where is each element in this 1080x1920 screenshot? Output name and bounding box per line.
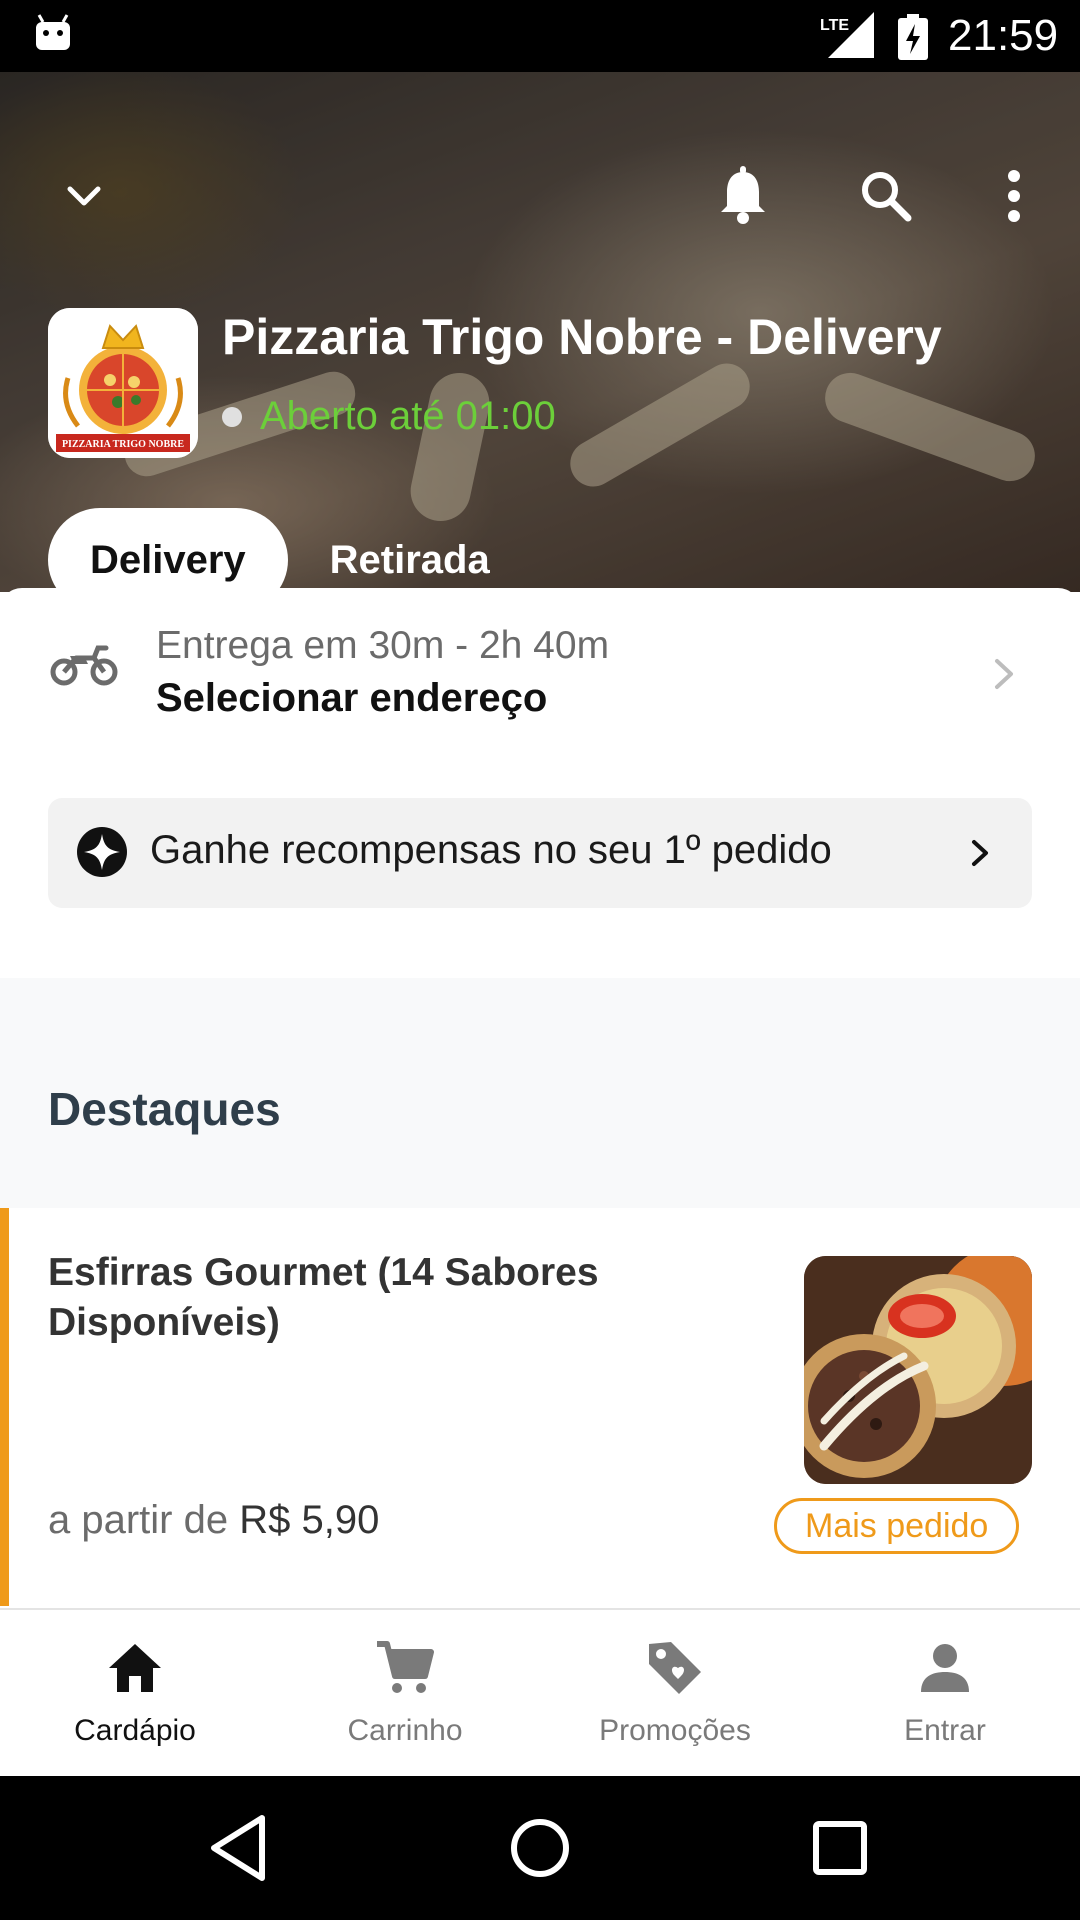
nav-label: Promoções	[599, 1714, 751, 1747]
cart-icon	[377, 1641, 434, 1693]
chevron-right-icon	[995, 659, 1013, 689]
menu-content: Entrega em 30m - 2h 40m Selecionar ender…	[0, 588, 1080, 1608]
price-prefix: a partir de	[48, 1498, 229, 1542]
product-image	[804, 1256, 1032, 1484]
status-bar: LTE 21:59	[0, 0, 1080, 72]
select-address-label: Selecionar endereço	[156, 676, 548, 720]
nav-item-entrar[interactable]: Entrar	[810, 1610, 1080, 1776]
search-icon	[862, 172, 912, 222]
rewards-banner[interactable]: Ganhe recompensas no seu 1º pedido	[48, 798, 1032, 908]
svg-text:LTE: LTE	[820, 17, 849, 34]
delivery-address-row[interactable]: Entrega em 30m - 2h 40m Selecionar ender…	[0, 588, 1080, 758]
open-status: Aberto até 01:00	[222, 394, 556, 439]
motorcycle-icon	[50, 645, 118, 686]
delivery-eta: Entrega em 30m - 2h 40m	[156, 624, 610, 667]
open-hours-text: Aberto até 01:00	[260, 394, 556, 438]
back-icon[interactable]	[202, 1810, 278, 1886]
nav-item-carrinho[interactable]: Carrinho	[270, 1610, 540, 1776]
home-icon	[109, 1644, 161, 1692]
tag-icon	[649, 1642, 701, 1694]
notifications-button[interactable]	[703, 156, 783, 236]
tab-delivery[interactable]: Delivery	[48, 508, 288, 592]
search-button[interactable]	[846, 156, 926, 236]
store-logo-image: PIZZARIA TRIGO NOBRE	[48, 308, 198, 458]
nav-item-cardapio[interactable]: Cardápio	[0, 1610, 270, 1776]
nav-label: Entrar	[904, 1714, 986, 1747]
more-vert-icon	[1008, 170, 1020, 222]
chevron-right-icon	[972, 840, 988, 866]
chevron-down-icon	[67, 186, 101, 206]
nav-item-promocoes[interactable]: Promoções	[540, 1610, 810, 1776]
tab-retirada[interactable]: Retirada	[288, 508, 532, 592]
recents-icon[interactable]	[802, 1810, 878, 1886]
bell-icon	[721, 166, 765, 224]
sparkle-icon	[77, 827, 127, 877]
most-ordered-badge: Mais pedido	[774, 1498, 1020, 1554]
store-logo: PIZZARIA TRIGO NOBRE	[48, 308, 198, 458]
nav-label: Carrinho	[347, 1714, 463, 1747]
price-value: R$ 5,90	[239, 1498, 380, 1542]
esfirra-photo	[804, 1256, 1032, 1484]
status-time: 21:59	[948, 11, 1059, 60]
more-options-button[interactable]	[974, 156, 1054, 236]
collapse-button[interactable]	[44, 156, 124, 236]
bottom-navigation: Cardápio Carrinho Promoções Entrar	[0, 1608, 1080, 1776]
battery-charging-icon	[898, 14, 928, 60]
lte-signal-icon: LTE	[820, 12, 874, 58]
person-icon	[921, 1644, 969, 1692]
nav-label: Cardápio	[74, 1714, 196, 1747]
rewards-label: Ganhe recompensas no seu 1º pedido	[150, 828, 832, 872]
status-dot	[222, 406, 242, 427]
product-card[interactable]: Esfirras Gourmet (14 Sabores Disponíveis…	[0, 1208, 1080, 1606]
system-navigation-bar	[0, 1776, 1080, 1920]
section-title: Destaques	[48, 1083, 281, 1135]
home-circle-icon[interactable]	[502, 1810, 578, 1886]
highlights-section-header: Destaques	[0, 978, 1080, 1208]
product-name: Esfirras Gourmet (14 Sabores Disponíveis…	[48, 1251, 599, 1344]
store-name: Pizzaria Trigo Nobre - Delivery	[222, 309, 942, 365]
store-hero: PIZZARIA TRIGO NOBRE Pizzaria Trigo Nobr…	[0, 72, 1080, 592]
android-debug-icon	[36, 14, 70, 50]
order-mode-tabs: Delivery Retirada	[48, 508, 532, 592]
product-price: a partir de R$ 5,90	[48, 1498, 379, 1543]
svg-text:PIZZARIA TRIGO NOBRE: PIZZARIA TRIGO NOBRE	[62, 439, 184, 450]
